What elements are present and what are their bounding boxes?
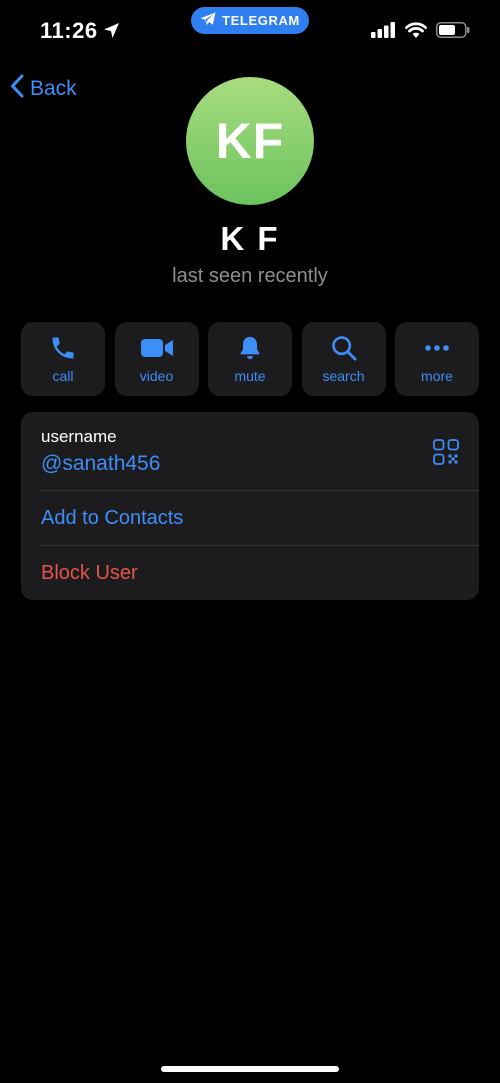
- action-bar: call video mute search more: [21, 322, 479, 396]
- profile-name: K F: [220, 220, 280, 257]
- search-label: search: [322, 368, 365, 384]
- telegram-app-pill[interactable]: TELEGRAM: [191, 7, 309, 34]
- back-label: Back: [30, 77, 77, 100]
- back-button[interactable]: Back: [10, 74, 77, 104]
- more-label: more: [421, 368, 453, 384]
- qr-code-icon[interactable]: [433, 439, 459, 470]
- location-arrow-icon: [103, 22, 120, 44]
- video-camera-icon: [140, 334, 174, 362]
- wifi-icon: [405, 22, 427, 43]
- cellular-signal-icon: [371, 22, 396, 43]
- username-label: username: [41, 427, 117, 446]
- search-button[interactable]: search: [301, 322, 386, 396]
- chevron-left-icon: [10, 74, 24, 104]
- add-to-contacts-button[interactable]: Add to Contacts: [21, 491, 479, 545]
- video-label: video: [139, 368, 174, 384]
- block-user-button[interactable]: Block User: [21, 546, 479, 600]
- app-pill-label: TELEGRAM: [222, 13, 300, 28]
- more-button[interactable]: more: [395, 322, 479, 396]
- search-icon: [330, 334, 358, 362]
- last-seen-status: last seen recently: [172, 265, 328, 287]
- battery-icon: [436, 22, 470, 43]
- avatar-initials: KF: [215, 113, 285, 169]
- mute-button[interactable]: mute: [208, 322, 292, 396]
- phone-icon: [49, 334, 77, 362]
- telegram-plane-icon: [200, 12, 216, 29]
- home-indicator[interactable]: [161, 1066, 339, 1072]
- status-time: 11:26: [40, 18, 98, 43]
- username-row[interactable]: username @sanath456: [21, 412, 479, 490]
- bell-icon: [236, 334, 264, 362]
- video-button[interactable]: video: [114, 322, 199, 396]
- call-button[interactable]: call: [21, 322, 105, 396]
- more-dots-icon: [423, 334, 451, 362]
- info-card: username @sanath456 Add to Contacts Bloc…: [21, 412, 479, 600]
- avatar[interactable]: KF: [186, 77, 314, 205]
- mute-label: mute: [234, 368, 266, 384]
- status-icons: [371, 22, 470, 43]
- call-label: call: [52, 368, 74, 384]
- username-value[interactable]: @sanath456: [41, 452, 160, 476]
